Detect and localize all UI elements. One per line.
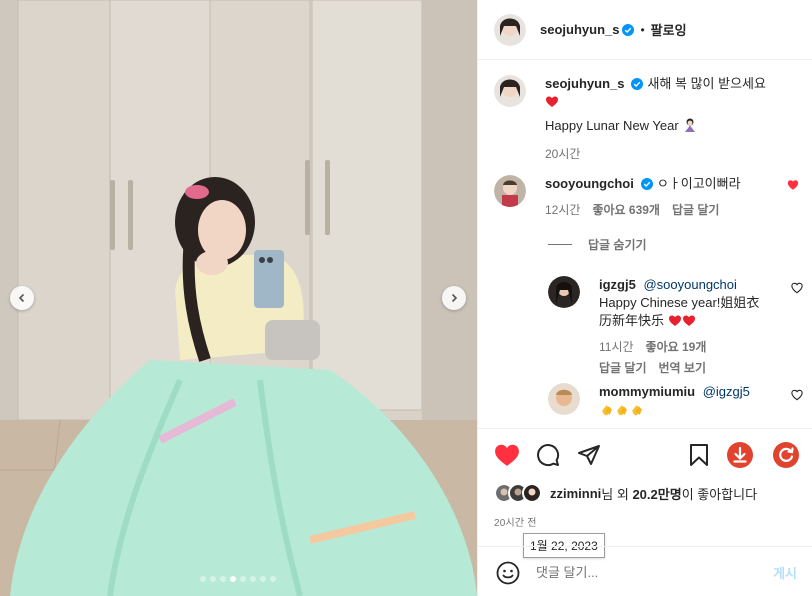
carousel-dot <box>250 576 256 582</box>
reply-item: mommymiumiu @igzgj5 <box>548 383 803 419</box>
post-timestamp[interactable]: 20시간 전 <box>494 514 537 529</box>
emoji-picker-icon[interactable] <box>496 561 520 585</box>
download-icon[interactable] <box>726 441 754 469</box>
liker-avatar <box>522 483 542 503</box>
reply-button[interactable]: 답글 달기 <box>599 359 647 376</box>
chevron-right-icon <box>451 293 458 303</box>
post-comment-button[interactable]: 게시 <box>773 563 797 582</box>
reply-username[interactable]: mommymiumiu <box>599 384 695 399</box>
caption-username[interactable]: seojuhyun_s <box>545 76 624 91</box>
caption: seojuhyun_s 새해 복 많이 받으세요 Happy Lunar New … <box>494 75 799 162</box>
carousel-dot <box>200 576 206 582</box>
carousel-indicator <box>200 576 276 582</box>
comment-input[interactable] <box>536 561 756 583</box>
author-username[interactable]: seojuhyun_s <box>540 22 619 37</box>
liker-username[interactable]: zziminni <box>550 486 601 501</box>
commenter-avatar[interactable] <box>494 175 526 207</box>
chevron-left-icon <box>18 293 25 303</box>
reply-mention[interactable]: @igzgj5 <box>703 384 750 399</box>
likes-count[interactable]: 20.2만명 <box>632 484 681 503</box>
clapping-hands-emoji-row <box>599 402 644 417</box>
likes-suffix-text: 이 좋아합니다 <box>681 486 758 502</box>
next-image-button[interactable] <box>442 286 466 310</box>
verified-badge-icon <box>622 23 635 36</box>
refresh-icon[interactable] <box>772 441 800 469</box>
clapping-hands-emoji-icon <box>632 405 642 416</box>
carousel-dot <box>270 576 276 582</box>
red-heart-emoji-icon <box>668 315 681 326</box>
caption-time: 20시간 <box>545 147 581 161</box>
clapping-hands-emoji-icon <box>617 405 627 416</box>
reply-text-line-1: Happy Chinese year!姐姐衣 <box>599 295 760 310</box>
comment-text: ㅇㅏ이고이뻐라 <box>656 176 741 191</box>
comment-likes-count[interactable]: 좋아요 639개 <box>592 201 660 218</box>
comment-time: 12시간 <box>545 203 581 217</box>
caption-line-1: 새해 복 많이 받으세요 <box>647 76 766 91</box>
red-heart-emoji-icon <box>546 96 558 107</box>
header-separator: • <box>640 22 645 37</box>
photo-illustration <box>0 0 477 596</box>
reply-mention[interactable]: @sooyoungchoi <box>643 277 736 292</box>
hide-replies-button[interactable]: 답글 숨기기 <box>548 236 647 253</box>
liker-avatars <box>494 483 544 503</box>
bookmark-icon[interactable] <box>688 443 710 467</box>
verified-badge-icon <box>631 78 644 90</box>
reply-author-avatar[interactable] <box>548 276 580 308</box>
reply-item: igzgj5 @sooyoungchoi Happy Chinese year!… <box>548 276 803 376</box>
likes-summary[interactable]: zziminni 님 외 20.2만명 이 좋아합니다 <box>494 483 757 503</box>
post-action-bar <box>478 428 812 480</box>
carousel-dot <box>260 576 266 582</box>
previous-image-button[interactable] <box>10 286 34 310</box>
reply-text-line-2: 历新年快乐 <box>599 313 665 328</box>
comments-list[interactable]: seojuhyun_s 새해 복 많이 받으세요 Happy Lunar New … <box>478 61 812 428</box>
verified-badge-icon <box>640 178 653 190</box>
hanbok-person-emoji-icon <box>685 118 696 132</box>
carousel-dot <box>240 576 246 582</box>
clapping-hands-emoji-icon <box>602 405 612 416</box>
comment-item: sooyoungchoi ㅇㅏ이고이뻐라 12시간 좋아요 639개 답글 달기 <box>494 175 799 218</box>
heart-filled-icon[interactable] <box>494 443 520 467</box>
translate-button[interactable]: 번역 보기 <box>659 359 707 376</box>
reply-author-avatar[interactable] <box>548 383 580 415</box>
comment-username[interactable]: sooyoungchoi <box>545 176 634 191</box>
carousel-dot <box>230 576 236 582</box>
comment-composer: 게시 <box>478 546 812 596</box>
following-button[interactable]: 팔로잉 <box>651 20 687 39</box>
reply-likes-count[interactable]: 좋아요 19개 <box>646 338 707 355</box>
hide-replies-label: 답글 숨기기 <box>588 238 647 252</box>
caption-author-avatar[interactable] <box>494 75 526 107</box>
red-heart-emoji-icon <box>682 315 695 326</box>
hide-replies-line <box>548 244 572 245</box>
author-avatar[interactable] <box>494 13 526 46</box>
reply-username[interactable]: igzgj5 <box>599 277 636 292</box>
comment-icon[interactable] <box>536 443 560 467</box>
reply-like-heart-icon[interactable] <box>791 389 803 401</box>
carousel-dot <box>220 576 226 582</box>
reply-button[interactable]: 답글 달기 <box>672 201 720 218</box>
share-icon[interactable] <box>577 443 601 467</box>
comment-like-heart-icon[interactable] <box>787 179 799 191</box>
carousel-dot <box>210 576 216 582</box>
post-header: seojuhyun_s • 팔로잉 <box>478 0 812 60</box>
reply-like-heart-icon[interactable] <box>791 282 803 294</box>
likes-middle-text: 님 외 <box>601 486 629 502</box>
caption-line-2: Happy Lunar New Year <box>545 118 679 133</box>
post-detail-panel: seojuhyun_s • 팔로잉 seojuhyun_s 새해 복 많이 받으세… <box>477 0 812 596</box>
post-image <box>0 0 477 596</box>
reply-time: 11시간 <box>599 340 634 354</box>
